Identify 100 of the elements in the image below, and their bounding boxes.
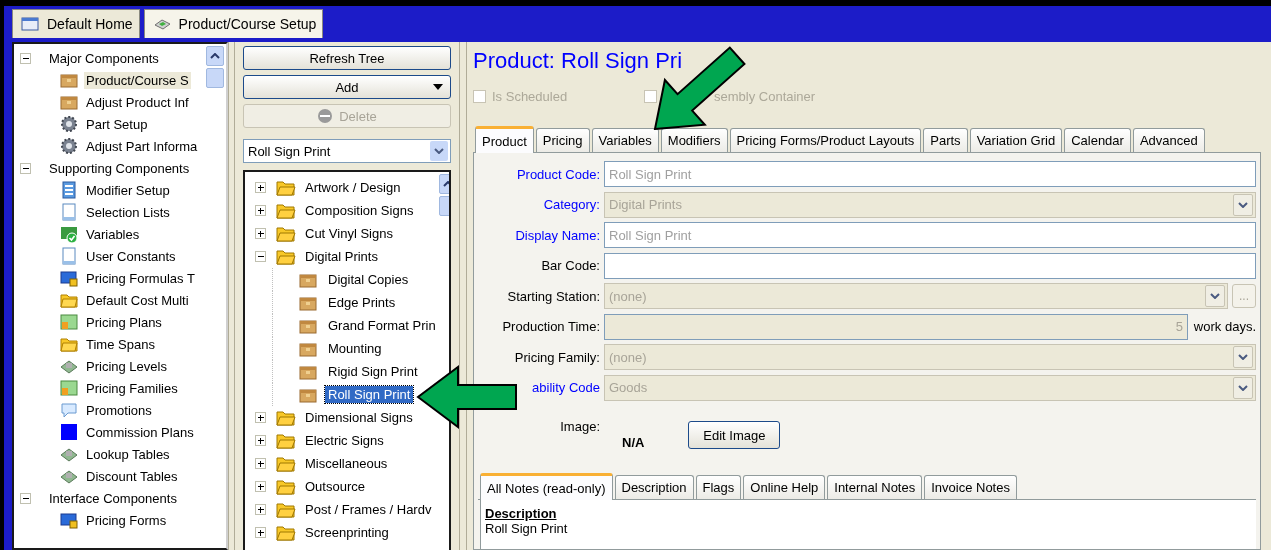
tree-item[interactable]: Pricing Plans bbox=[84, 313, 164, 331]
tree-item[interactable]: Pricing Formulas T bbox=[84, 269, 197, 287]
tab[interactable]: Flags bbox=[695, 475, 742, 499]
tree-item[interactable]: Adjust Part Informa bbox=[84, 137, 200, 155]
tab[interactable]: Internal Notes bbox=[827, 475, 923, 499]
tab[interactable]: Variation Grid bbox=[969, 128, 1063, 152]
chart-icon bbox=[60, 313, 78, 331]
tree-item[interactable]: Outsource bbox=[302, 478, 368, 495]
form-icon bbox=[60, 181, 78, 199]
window-icon bbox=[21, 15, 39, 33]
tree-item[interactable]: Electric Signs bbox=[302, 432, 387, 449]
tree-item[interactable]: Cut Vinyl Signs bbox=[302, 225, 396, 242]
tab[interactable]: Online Help bbox=[743, 475, 826, 499]
tree-item[interactable]: Mounting bbox=[325, 340, 385, 357]
tree-item[interactable]: Artwork / Design bbox=[302, 179, 404, 196]
document-tab[interactable]: Product/Course Setup bbox=[143, 9, 324, 38]
folder-icon bbox=[276, 224, 296, 243]
tree-item[interactable]: Dimensional Signs bbox=[302, 409, 416, 426]
checkbox-label: sembly Container bbox=[714, 88, 816, 104]
chart-icon bbox=[60, 379, 78, 397]
tree-item[interactable]: Selection Lists bbox=[84, 203, 172, 221]
tree-item[interactable]: Lookup Tables bbox=[84, 445, 172, 463]
image-placeholder-text: N/A bbox=[622, 435, 645, 450]
checkbox-label: Is Scheduled bbox=[492, 88, 568, 104]
tree-item[interactable]: Roll Sign Print bbox=[325, 386, 414, 403]
folder-icon bbox=[276, 247, 296, 266]
product-dropdown[interactable]: Roll Sign Print bbox=[243, 139, 451, 163]
caret-icon bbox=[433, 84, 443, 90]
tree-item[interactable]: Screenprinting bbox=[302, 524, 392, 541]
tree-item[interactable]: Time Spans bbox=[84, 335, 157, 353]
tab[interactable]: Modifiers bbox=[660, 128, 728, 152]
expand-toggle[interactable] bbox=[255, 205, 266, 216]
tree-group-label[interactable]: Supporting Components bbox=[47, 159, 192, 177]
expand-toggle[interactable] bbox=[255, 435, 266, 446]
tree-item[interactable]: Adjust Product Inf bbox=[84, 93, 191, 111]
tree-item[interactable]: Digital Prints bbox=[302, 248, 381, 265]
tree-item[interactable]: Grand Format Prin bbox=[325, 317, 439, 334]
tab[interactable]: All Notes (read-only) bbox=[480, 473, 613, 500]
folder-icon bbox=[276, 201, 296, 220]
chevron-down-icon[interactable] bbox=[434, 148, 444, 154]
gear-icon bbox=[60, 115, 78, 133]
tab[interactable]: Description bbox=[614, 475, 694, 499]
tree-group-label[interactable]: Major Components bbox=[47, 49, 161, 67]
folder-icon bbox=[276, 178, 296, 197]
square-icon bbox=[60, 423, 78, 441]
tab[interactable]: Variables bbox=[591, 128, 659, 152]
tree-item[interactable]: Pricing Forms bbox=[84, 511, 169, 529]
expand-toggle[interactable] bbox=[255, 504, 266, 515]
expand-toggle[interactable] bbox=[255, 527, 266, 538]
tree-item[interactable]: Digital Copies bbox=[325, 271, 412, 288]
folder-icon bbox=[276, 500, 296, 519]
tree-item[interactable]: Composition Signs bbox=[302, 202, 417, 219]
gear-icon bbox=[60, 137, 78, 155]
tree-item[interactable]: Edge Prints bbox=[325, 294, 399, 311]
tree-group-label[interactable]: Interface Components bbox=[47, 489, 179, 507]
tab[interactable]: Product bbox=[475, 126, 534, 153]
tab[interactable]: Calendar bbox=[1064, 128, 1131, 152]
expand-toggle[interactable] bbox=[255, 251, 266, 262]
tab[interactable]: Advanced bbox=[1132, 128, 1205, 152]
expand-toggle[interactable] bbox=[255, 182, 266, 193]
tree-item[interactable]: Promotions bbox=[84, 401, 154, 419]
edit-image-button[interactable]: Edit Image bbox=[688, 421, 781, 449]
collapse-toggle[interactable] bbox=[20, 52, 31, 64]
expand-toggle[interactable] bbox=[255, 228, 266, 239]
tree-item[interactable]: Pricing Levels bbox=[84, 357, 169, 375]
folder-icon bbox=[60, 291, 78, 309]
tab[interactable]: Pricing Forms/Product Layouts bbox=[729, 128, 922, 152]
tree-item[interactable]: Miscellaneous bbox=[302, 455, 391, 472]
collapse-toggle[interactable] bbox=[20, 162, 31, 174]
expand-toggle[interactable] bbox=[255, 458, 266, 469]
checkmark-icon bbox=[60, 225, 78, 243]
scroll-thumb[interactable] bbox=[206, 68, 224, 88]
tree-item[interactable]: Discount Tables bbox=[84, 467, 180, 485]
add-button[interactable]: Add bbox=[243, 75, 451, 99]
field-label: Pricing Family: bbox=[513, 349, 600, 365]
text-field[interactable] bbox=[604, 252, 1256, 279]
tree-item[interactable]: Rigid Sign Print bbox=[325, 363, 421, 380]
expand-toggle[interactable] bbox=[255, 481, 266, 492]
tab[interactable]: Parts bbox=[923, 128, 968, 152]
tree-item[interactable]: Default Cost Multi bbox=[84, 291, 191, 309]
lock-icon bbox=[60, 269, 78, 287]
tree-item[interactable]: Product/Course S bbox=[84, 71, 191, 89]
notes-heading: Description bbox=[485, 506, 557, 521]
tree-item[interactable]: Commission Plans bbox=[84, 423, 196, 441]
tab[interactable]: Invoice Notes bbox=[924, 475, 1017, 499]
splitter-bar[interactable] bbox=[459, 42, 467, 550]
tree-item[interactable]: Variables bbox=[84, 225, 142, 243]
tree-item[interactable]: User Constants bbox=[84, 247, 178, 265]
expand-toggle[interactable] bbox=[255, 412, 266, 423]
tree-item[interactable]: Post / Frames / Hardv bbox=[302, 501, 435, 518]
document-tab[interactable]: Default Home bbox=[12, 9, 140, 38]
speech-bubble-icon bbox=[60, 401, 78, 419]
tab[interactable]: Pricing bbox=[535, 128, 590, 152]
scroll-up-icon[interactable] bbox=[206, 46, 224, 66]
refresh-tree-button[interactable]: Refresh Tree bbox=[243, 46, 451, 70]
collapse-toggle[interactable] bbox=[20, 492, 31, 504]
tree-item[interactable]: Part Setup bbox=[84, 115, 150, 133]
field-label: Image: bbox=[559, 419, 600, 434]
tree-item[interactable]: Modifier Setup bbox=[84, 181, 172, 199]
tree-item[interactable]: Pricing Families bbox=[84, 379, 180, 397]
